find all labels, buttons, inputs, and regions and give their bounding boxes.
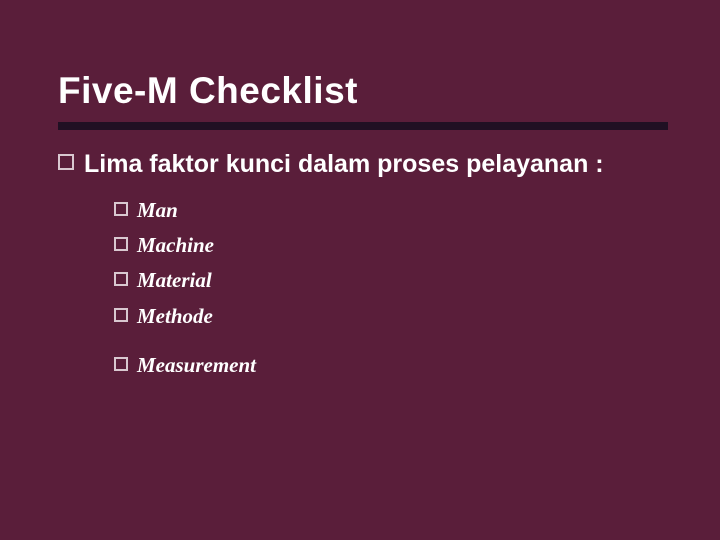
list-item-label: Measurement (137, 351, 256, 379)
list-item: Material (114, 266, 670, 294)
spacer (58, 337, 670, 351)
list-item: Machine (114, 231, 670, 259)
list-item-label: Man (137, 196, 178, 224)
checkbox-icon (58, 154, 74, 170)
list-item-label: Material (137, 266, 212, 294)
main-point-row: Lima faktor kunci dalam proses pelayanan… (58, 148, 670, 182)
checkbox-icon (114, 237, 128, 251)
slide-title: Five-M Checklist (58, 70, 670, 112)
checkbox-icon (114, 357, 128, 371)
checkbox-icon (114, 272, 128, 286)
list-item: Measurement (114, 351, 670, 379)
title-underline (58, 122, 668, 130)
checkbox-icon (114, 202, 128, 216)
sub-list-group-1: Man Machine Material Methode (114, 196, 670, 330)
checkbox-icon (114, 308, 128, 322)
list-item-label: Methode (137, 302, 213, 330)
list-item: Man (114, 196, 670, 224)
list-item: Methode (114, 302, 670, 330)
slide: Five-M Checklist Lima faktor kunci dalam… (0, 0, 720, 540)
list-item-label: Machine (137, 231, 214, 259)
main-point-text: Lima faktor kunci dalam proses pelayanan… (84, 148, 604, 182)
sub-list-group-2: Measurement (114, 351, 670, 379)
